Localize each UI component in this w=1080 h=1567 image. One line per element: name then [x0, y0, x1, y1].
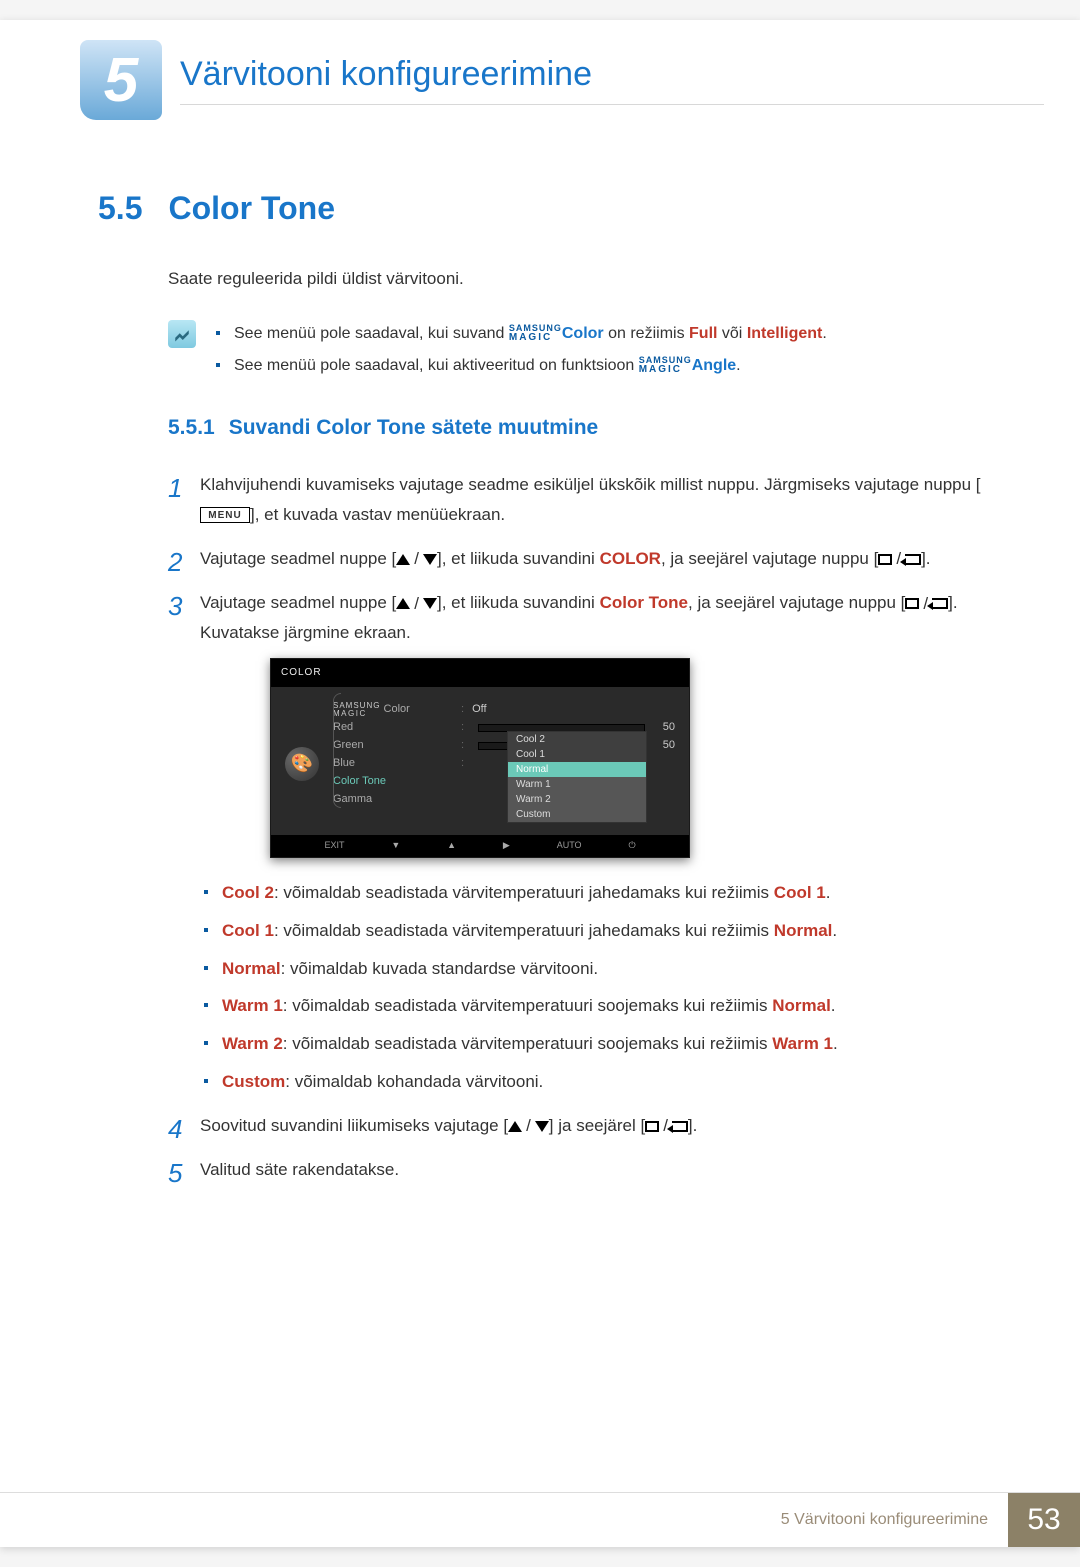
chapter-title: Värvitooni konfigureerimine: [180, 55, 1044, 105]
step: Vajutage seadmel nuppe [/], et liikuda s…: [168, 544, 990, 574]
options-list: Cool 2: võimaldab seadistada värvitemper…: [200, 878, 990, 1097]
osd-option: Cool 1: [508, 747, 646, 762]
osd-menu-left: SAMSUNGMAGIC Color Red Green Blue Color …: [333, 701, 453, 809]
down-icon: ▼: [391, 838, 400, 854]
text-red: Full: [689, 325, 717, 342]
text-red: Intelligent: [747, 325, 823, 342]
text: Vajutage seadmel nuppe [: [200, 549, 396, 568]
note-box: See menüü pole saadaval, kui suvand SAMS…: [168, 318, 990, 382]
step: Valitud säte rakendatakse.: [168, 1155, 990, 1185]
enter-button-icon: /: [905, 589, 948, 619]
power-icon: ⏻: [628, 838, 635, 854]
brace-icon: [333, 693, 341, 808]
text: ].: [921, 549, 930, 568]
right-icon: ▶: [503, 838, 510, 854]
text-red: COLOR: [600, 549, 661, 568]
note-list: See menüü pole saadaval, kui suvand SAMS…: [216, 318, 990, 382]
text: Vajutage seadmel nuppe [: [200, 593, 396, 612]
text: on režiimis: [608, 325, 689, 342]
osd-values: :Off :50 :50 : Cool 2 Cool 1 Normal Warm…: [461, 701, 675, 809]
osd-value: Off: [472, 700, 486, 719]
header: 5 Värvitooni konfigureerimine: [0, 20, 1080, 120]
page-number: 53: [1008, 1493, 1080, 1547]
osd-option: Warm 2: [508, 792, 646, 807]
osd-item: Gamma: [333, 791, 453, 809]
text: ], et liikuda suvandini: [437, 549, 600, 568]
osd-dropdown: Cool 2 Cool 1 Normal Warm 1 Warm 2 Custo…: [507, 731, 647, 823]
option-item: Warm 1: võimaldab seadistada värvitemper…: [200, 991, 990, 1021]
steps-list: Klahvijuhendi kuvamiseks vajutage seadme…: [168, 470, 990, 1185]
osd-item: Green: [333, 737, 453, 755]
osd-option: Custom: [508, 807, 646, 822]
osd-option: Cool 2: [508, 732, 646, 747]
section-heading: 5.5 Color Tone: [98, 190, 990, 227]
section-number: 5.5: [98, 190, 142, 227]
osd-body: 🎨 SAMSUNGMAGIC Color Red Green Blue Colo…: [271, 687, 689, 817]
text: Klahvijuhendi kuvamiseks vajutage seadme…: [200, 475, 981, 494]
up-down-arrows-icon: /: [508, 1111, 549, 1141]
osd-value: 50: [651, 736, 675, 755]
text-bold: Color: [562, 325, 604, 342]
osd-header: COLOR: [271, 659, 689, 687]
osd-item: SAMSUNGMAGIC Color: [333, 701, 453, 719]
step: Soovitud suvandini liikumiseks vajutage …: [168, 1111, 990, 1141]
osd-footer-auto: AUTO: [557, 838, 582, 854]
subsection-heading: 5.5.1 Suvandi Color Tone sätete muutmine: [168, 416, 990, 440]
osd-item: Blue: [333, 755, 453, 773]
up-down-arrows-icon: /: [396, 589, 437, 619]
enter-button-icon: /: [878, 544, 921, 574]
text: .: [736, 357, 740, 374]
osd-item-active: Color Tone: [333, 773, 453, 791]
text: ].: [688, 1116, 697, 1135]
up-down-arrows-icon: /: [396, 544, 437, 574]
text-bold: Angle: [692, 357, 736, 374]
menu-button-icon: MENU: [200, 507, 250, 523]
option-item: Custom: võimaldab kohandada värvitooni.: [200, 1067, 990, 1097]
footer-text: 5 Värvitooni konfigureerimine: [781, 1493, 1008, 1547]
text: ], et kuvada vastav menüüekraan.: [250, 505, 505, 524]
option-item: Cool 2: võimaldab seadistada värvitemper…: [200, 878, 990, 908]
text: See menüü pole saadaval, kui aktiveeritu…: [234, 357, 639, 374]
text: .: [822, 325, 826, 342]
text-red: Color Tone: [600, 593, 688, 612]
osd-footer: EXIT ▼ ▲ ▶ AUTO ⏻: [271, 835, 689, 857]
text: või: [722, 325, 747, 342]
option-item: Warm 2: võimaldab seadistada värvitemper…: [200, 1029, 990, 1059]
step: Vajutage seadmel nuppe [/], et liikuda s…: [168, 588, 990, 1097]
osd-value: 50: [651, 718, 675, 737]
up-icon: ▲: [447, 838, 456, 854]
option-item: Cool 1: võimaldab seadistada värvitemper…: [200, 916, 990, 946]
osd-screenshot: COLOR 🎨 SAMSUNGMAGIC Color Red Green Blu…: [270, 658, 690, 858]
text: See menüü pole saadaval, kui suvand: [234, 325, 509, 342]
option-item: Normal: võimaldab kuvada standardse värv…: [200, 954, 990, 984]
samsung-magic-logo: SAMSUNGMAGIC: [639, 356, 692, 375]
footer: 5 Värvitooni konfigureerimine 53: [0, 1492, 1080, 1547]
section-title: Color Tone: [168, 190, 335, 227]
osd-option: Warm 1: [508, 777, 646, 792]
palette-icon: 🎨: [285, 747, 319, 781]
note-item: See menüü pole saadaval, kui aktiveeritu…: [216, 350, 990, 382]
osd-option-selected: Normal: [508, 762, 646, 777]
chapter-number-badge: 5: [80, 40, 162, 120]
text: , ja seejärel vajutage nuppu [: [661, 549, 878, 568]
text: Soovitud suvandini liikumiseks vajutage …: [200, 1116, 508, 1135]
content: 5.5 Color Tone Saate reguleerida pildi ü…: [0, 120, 1080, 1492]
osd-footer-exit: EXIT: [324, 838, 344, 854]
note-icon: [168, 320, 196, 348]
note-item: See menüü pole saadaval, kui suvand SAMS…: [216, 318, 990, 350]
subsection-title: Suvandi Color Tone sätete muutmine: [229, 416, 599, 440]
step: Klahvijuhendi kuvamiseks vajutage seadme…: [168, 470, 990, 530]
text: ], et liikuda suvandini: [437, 593, 600, 612]
samsung-magic-logo: SAMSUNGMAGIC: [509, 324, 562, 343]
intro-text: Saate reguleerida pildi üldist värvitoon…: [168, 265, 990, 292]
subsection-number: 5.5.1: [168, 416, 215, 440]
enter-button-icon: /: [645, 1111, 688, 1141]
osd-item: Red: [333, 719, 453, 737]
text: ] ja seejärel [: [549, 1116, 645, 1135]
text: , ja seejärel vajutage nuppu [: [688, 593, 905, 612]
page: 5 Värvitooni konfigureerimine 5.5 Color …: [0, 20, 1080, 1547]
